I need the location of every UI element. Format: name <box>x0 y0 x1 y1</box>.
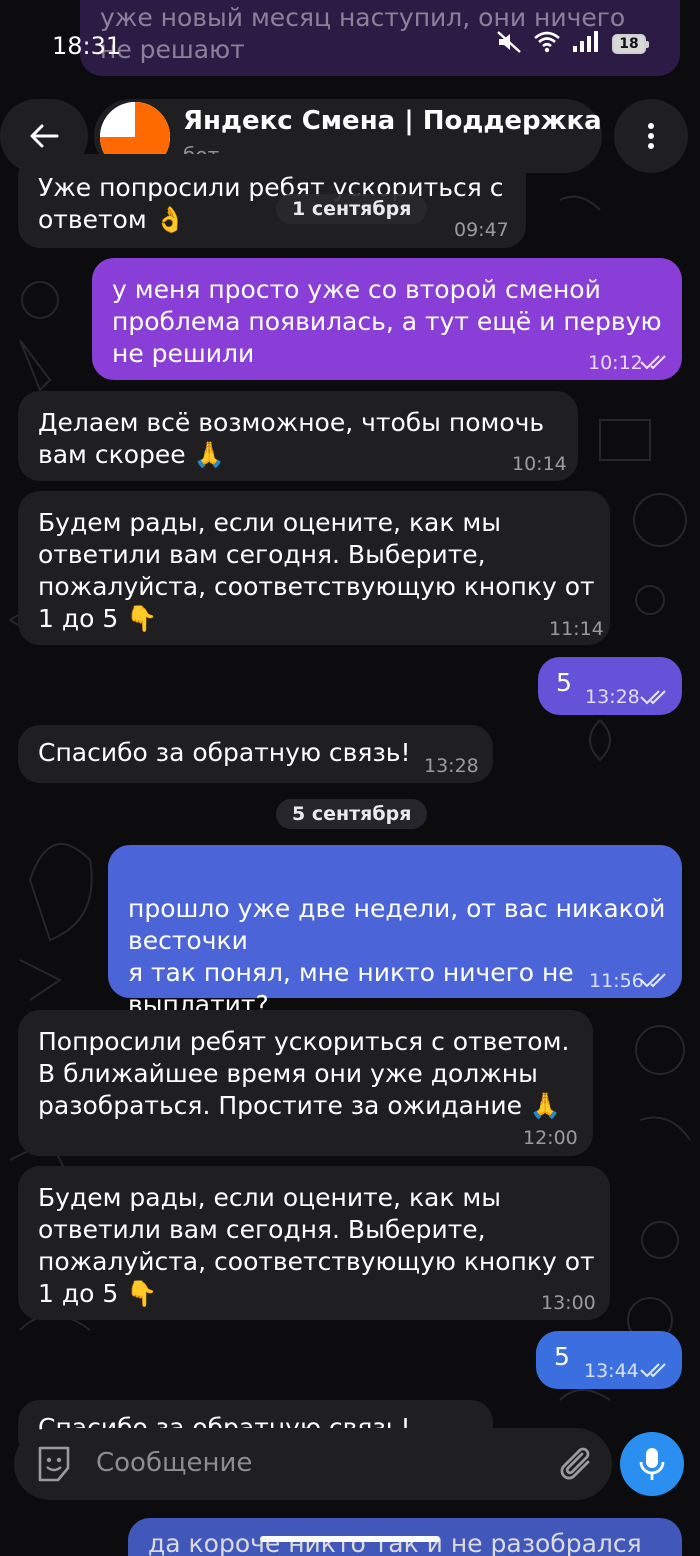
status-time: 18:31 <box>52 32 122 60</box>
microphone-icon <box>639 1448 665 1480</box>
message-text: да короче никто так и не разобрался в <box>148 1529 642 1556</box>
signal-icon <box>572 31 600 57</box>
more-options-button[interactable] <box>614 99 688 173</box>
message-text: Спасибо за обратную связь! <box>38 738 411 767</box>
double-check-icon <box>640 355 666 370</box>
chat-title: Яндекс Смена | Поддержка <box>183 106 602 136</box>
date-separator: 5 сентября <box>276 799 428 829</box>
message-time: 11:14 <box>549 618 604 640</box>
arrow-left-icon <box>30 124 59 148</box>
message-incoming[interactable]: Делаем всё возможное, чтобы помочь вам с… <box>18 391 578 481</box>
status-icons: 18 <box>496 30 649 58</box>
message-text: Будем рады, если оцените, как мы ответил… <box>38 508 595 633</box>
message-incoming[interactable]: Попросили ребят ускориться с ответом. В … <box>18 1010 593 1156</box>
message-time: 09:47 <box>454 219 509 241</box>
message-time: 12:00 <box>523 1127 578 1149</box>
date-separator: 1 сентября <box>276 194 428 224</box>
sticker-icon[interactable] <box>34 1444 74 1488</box>
paperclip-icon[interactable] <box>558 1442 598 1490</box>
message-time: 13:28 <box>585 686 640 708</box>
message-time: 11:56 <box>589 970 644 992</box>
message-text: Попросили ребят ускориться с ответом. В … <box>38 1027 570 1120</box>
message-incoming[interactable]: Уже попросили ребят ускориться с ответом… <box>18 154 526 248</box>
message-text: Уже попросили ребят ускориться с ответом… <box>38 173 504 234</box>
message-time: 13:28 <box>424 755 479 777</box>
more-vertical-icon <box>648 123 654 149</box>
message-time: 10:14 <box>512 453 567 475</box>
mute-icon <box>496 30 522 58</box>
message-incoming[interactable]: Спасибо за обратную связь! <box>18 725 493 783</box>
message-text: Делаем всё возможное, чтобы помочь вам с… <box>38 408 545 469</box>
message-input[interactable]: Сообщение <box>96 1448 252 1478</box>
double-check-icon <box>640 1363 666 1378</box>
message-text: у меня просто уже со второй сменой пробл… <box>112 275 662 368</box>
message-time: 13:44 <box>584 1360 639 1382</box>
home-indicator <box>260 1536 440 1542</box>
double-check-icon <box>640 690 666 705</box>
message-text: Будем рады, если оцените, как мы ответил… <box>38 1183 595 1308</box>
wifi-icon <box>534 31 560 57</box>
message-incoming[interactable]: Будем рады, если оцените, как мы ответил… <box>18 1166 610 1320</box>
message-text: прошло уже две недели, от вас никакой ве… <box>128 894 666 1019</box>
message-time: 10:12 <box>588 352 643 374</box>
battery-icon: 18 <box>612 34 649 54</box>
double-check-icon <box>640 973 666 988</box>
message-incoming[interactable]: Будем рады, если оцените, как мы ответил… <box>18 491 610 645</box>
microphone-button[interactable] <box>620 1432 684 1496</box>
message-time: 13:00 <box>541 1292 596 1314</box>
